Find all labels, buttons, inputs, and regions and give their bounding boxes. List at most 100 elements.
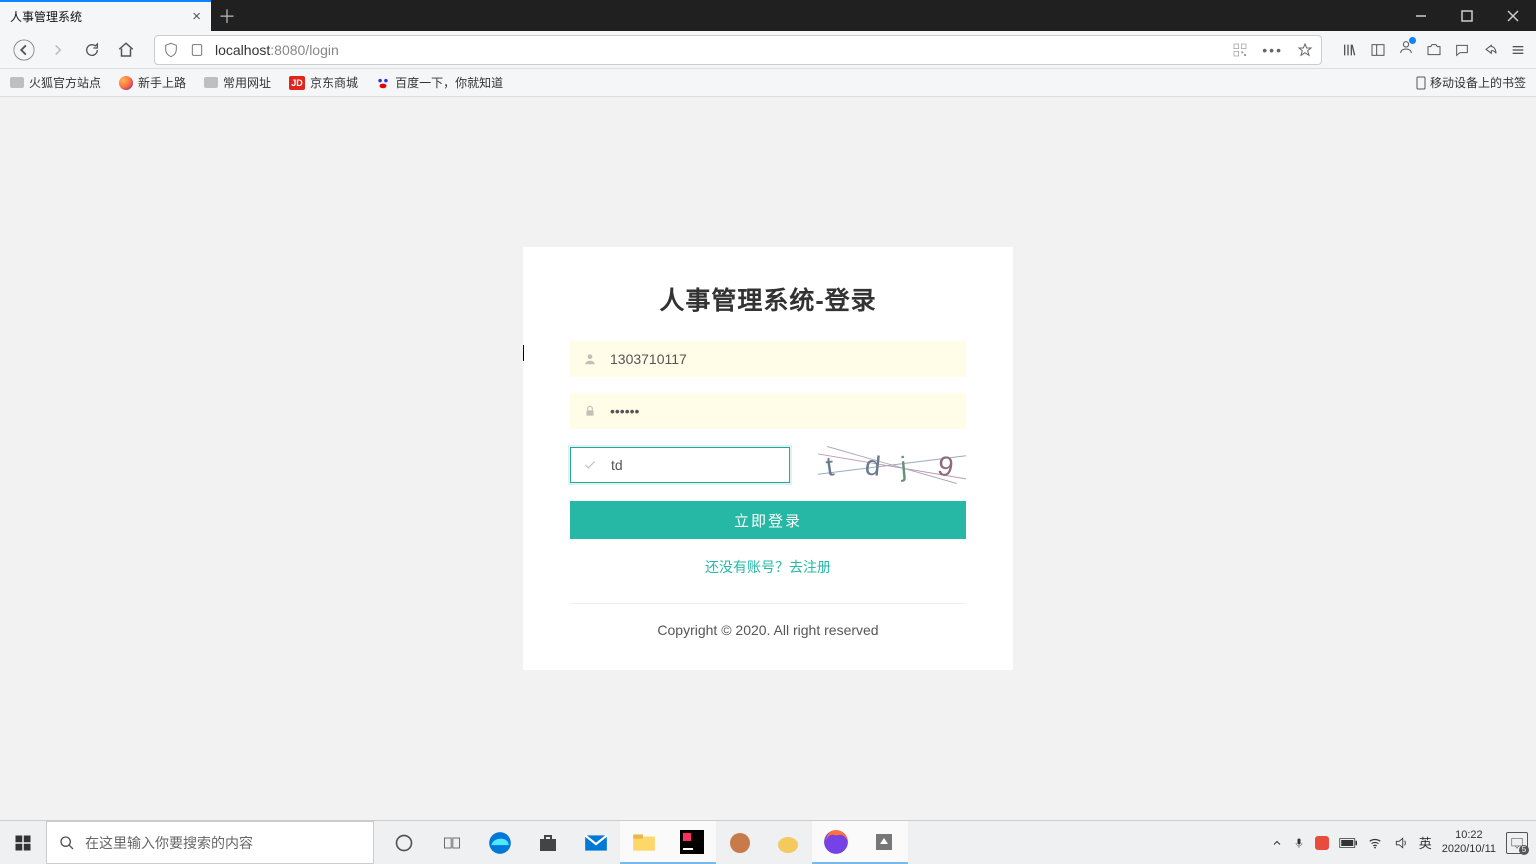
page-actions-icon[interactable]: ••• [1262, 42, 1283, 58]
taskbar-app-mail[interactable] [572, 821, 620, 864]
new-tab-button[interactable]: ＋ [211, 0, 243, 31]
svg-text:t: t [824, 450, 836, 482]
search-placeholder: 在这里输入你要搜索的内容 [85, 833, 253, 853]
chat-icon[interactable] [1454, 42, 1470, 58]
password-input[interactable] [570, 393, 966, 429]
nav-back-button[interactable] [10, 36, 38, 64]
taskview-icon[interactable] [428, 821, 476, 864]
tray-notifications-icon[interactable]: 5 [1506, 832, 1528, 854]
svg-text:9: 9 [935, 450, 956, 483]
login-button[interactable]: 立即登录 [570, 501, 966, 539]
mobile-icon [1416, 76, 1426, 90]
tab-active[interactable]: 人事管理系统 × [0, 0, 211, 31]
url-path: :8080/login [270, 42, 339, 58]
taskbar-app-edge[interactable] [476, 821, 524, 864]
bookmarks-bar: 火狐官方站点 新手上路 常用网址 JD 京东商城 百度一下，你就知道 移动设备上… [0, 69, 1536, 97]
tray-wifi-icon[interactable] [1367, 836, 1383, 850]
window-maximize-icon[interactable] [1444, 0, 1490, 31]
captcha-field [570, 447, 790, 483]
shield-icon [163, 42, 179, 58]
page-content: 人事管理系统-登录 [0, 97, 1536, 820]
bookmark-label: 京东商城 [310, 74, 358, 91]
password-field [570, 393, 966, 429]
bookmark-label: 常用网址 [223, 74, 271, 91]
bookmark-jd[interactable]: JD 京东商城 [289, 74, 358, 91]
captcha-input[interactable] [570, 447, 790, 483]
check-icon [582, 457, 598, 473]
account-icon[interactable] [1398, 39, 1414, 60]
taskbar-app-explorer[interactable] [620, 821, 668, 864]
tray-date: 2020/10/11 [1442, 843, 1496, 856]
tray-clock[interactable]: 10:22 2020/10/11 [1442, 829, 1496, 855]
tab-title: 人事管理系统 [10, 8, 184, 25]
text-cursor-icon [523, 345, 524, 361]
lock-icon [582, 403, 598, 419]
taskbar: 在这里输入你要搜索的内容 英 10:22 2020/10/11 5 [0, 820, 1536, 864]
user-icon [582, 351, 598, 367]
window-minimize-icon[interactable] [1398, 0, 1444, 31]
tray-ime[interactable]: 英 [1419, 833, 1432, 852]
bookmark-label: 百度一下，你就知道 [395, 74, 503, 91]
share-icon[interactable] [1482, 42, 1498, 58]
start-button[interactable] [0, 821, 46, 864]
nav-home-button[interactable] [112, 36, 140, 64]
library-icon[interactable] [1342, 42, 1358, 58]
taskbar-apps [380, 821, 908, 864]
system-tray: 英 10:22 2020/10/11 5 [1263, 821, 1536, 864]
tab-close-icon[interactable]: × [192, 8, 201, 25]
bookmark-baidu[interactable]: 百度一下，你就知道 [376, 74, 503, 91]
taskbar-app-generic1[interactable] [716, 821, 764, 864]
taskbar-app-firefox[interactable] [812, 821, 860, 864]
search-icon [59, 835, 75, 851]
taskbar-search[interactable]: 在这里输入你要搜索的内容 [46, 821, 374, 864]
tray-volume-icon[interactable] [1393, 836, 1409, 850]
login-title: 人事管理系统-登录 [570, 281, 966, 317]
nav-reload-button[interactable] [78, 36, 106, 64]
username-input[interactable] [570, 341, 966, 377]
url-host: localhost [215, 42, 270, 58]
menu-icon[interactable] [1510, 42, 1526, 58]
sidebar-icon[interactable] [1370, 42, 1386, 58]
register-link[interactable]: 还没有账号？去注册 [570, 557, 966, 577]
taskbar-app-store[interactable] [524, 821, 572, 864]
tray-battery-icon[interactable] [1339, 837, 1357, 849]
nav-forward-button[interactable] [44, 36, 72, 64]
url-text: localhost:8080/login [215, 42, 339, 58]
bookmark-mobile[interactable]: 移动设备上的书签 [1416, 74, 1526, 91]
svg-text:j: j [898, 451, 908, 483]
qr-icon[interactable] [1232, 42, 1248, 58]
taskbar-app-intellij[interactable] [668, 821, 716, 864]
baidu-icon [376, 76, 390, 90]
tray-app-icon[interactable] [1315, 836, 1329, 850]
bookmark-star-icon[interactable] [1297, 42, 1313, 58]
folder-icon [204, 77, 218, 88]
taskbar-app-generic3[interactable] [860, 821, 908, 864]
bookmark-getting-started[interactable]: 新手上路 [119, 74, 186, 91]
folder-icon [10, 77, 24, 88]
bookmark-common-sites[interactable]: 常用网址 [204, 74, 271, 91]
tray-time: 10:22 [1442, 829, 1496, 842]
username-field [570, 341, 966, 377]
login-card: 人事管理系统-登录 [523, 247, 1013, 670]
bookmark-label: 新手上路 [138, 74, 186, 91]
taskbar-app-generic2[interactable] [764, 821, 812, 864]
url-bar[interactable]: localhost:8080/login ••• [154, 35, 1322, 65]
tray-mic-icon[interactable] [1293, 835, 1305, 851]
browser-chrome: 人事管理系统 × ＋ [0, 0, 1536, 97]
screenshot-icon[interactable] [1426, 42, 1442, 58]
cortana-icon[interactable] [380, 821, 428, 864]
firefox-icon [119, 76, 133, 90]
captcha-image[interactable]: t d j 9 [818, 445, 966, 485]
navbar: localhost:8080/login ••• [0, 31, 1536, 69]
bookmark-label: 火狐官方站点 [29, 74, 101, 91]
divider [570, 603, 966, 604]
copyright-text: Copyright © 2020. All right reserved [570, 622, 966, 638]
bookmark-firefox-official[interactable]: 火狐官方站点 [10, 74, 101, 91]
jd-icon: JD [289, 76, 305, 90]
svg-text:d: d [864, 449, 883, 481]
info-icon [189, 42, 205, 58]
window-close-icon[interactable] [1490, 0, 1536, 31]
tray-expand-icon[interactable] [1271, 837, 1283, 849]
toolbar-right [1342, 39, 1526, 60]
captcha-row: t d j 9 [570, 445, 966, 485]
